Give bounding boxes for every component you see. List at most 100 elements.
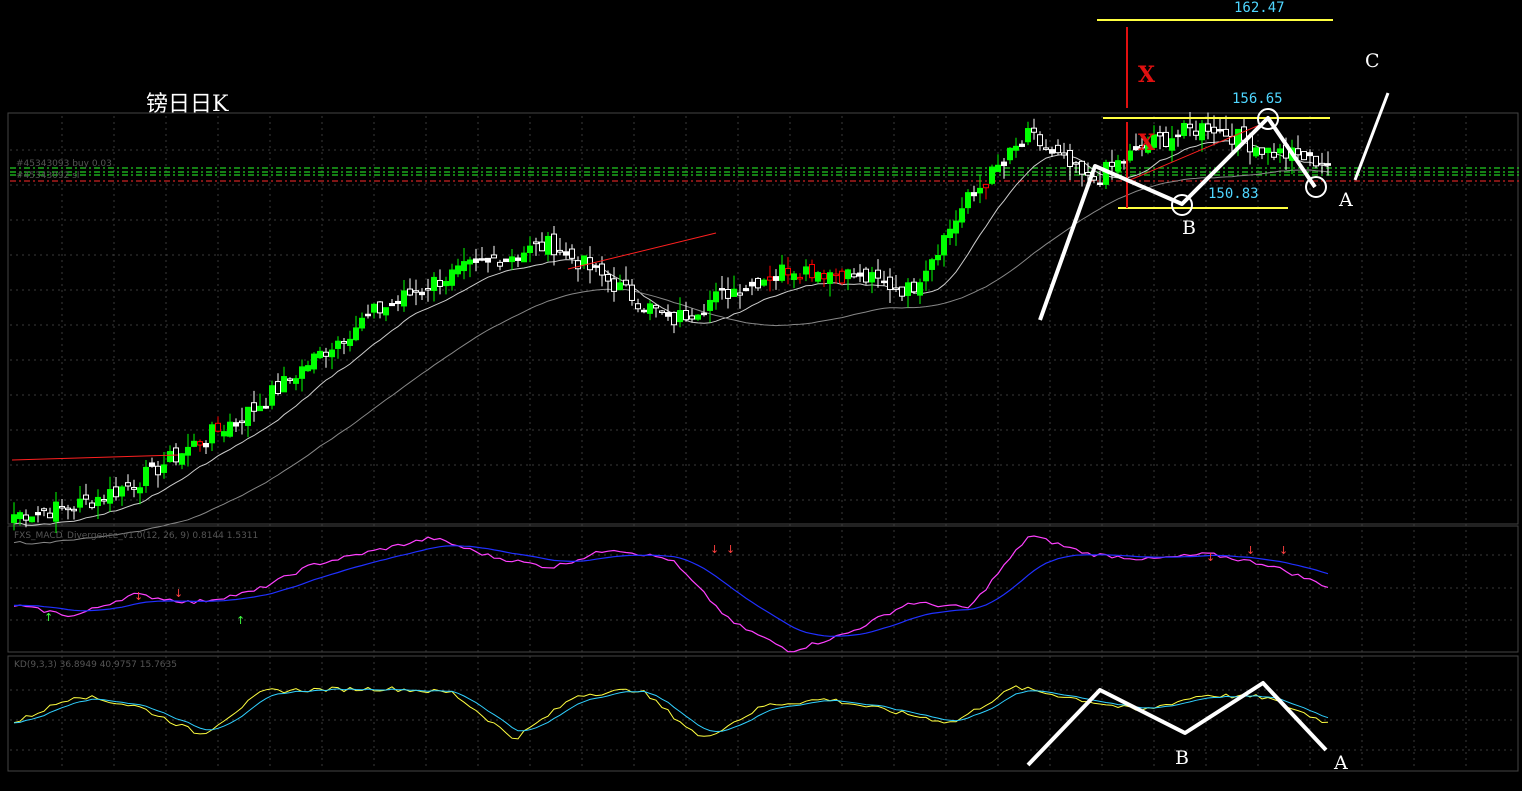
candle-body bbox=[683, 310, 689, 321]
candle-body bbox=[53, 501, 59, 522]
candle-body bbox=[359, 317, 365, 329]
candle-body bbox=[629, 284, 635, 301]
candle-body bbox=[89, 502, 95, 509]
candle-body bbox=[1055, 144, 1061, 154]
wave-projection-c bbox=[1353, 92, 1390, 181]
candle-body bbox=[941, 235, 947, 256]
candle-body bbox=[1199, 123, 1205, 141]
candle-body bbox=[47, 512, 53, 519]
candle-body bbox=[149, 462, 155, 467]
candle-body bbox=[251, 402, 257, 412]
candle-body bbox=[179, 453, 185, 465]
candle-body bbox=[233, 422, 239, 427]
candle-body bbox=[425, 288, 431, 291]
candle-body bbox=[365, 313, 371, 317]
candle-body bbox=[743, 288, 749, 292]
candle-body bbox=[803, 266, 809, 275]
candle-body bbox=[713, 291, 719, 303]
candle-body bbox=[23, 514, 29, 521]
candle-body bbox=[269, 385, 275, 406]
candle-body bbox=[1175, 134, 1181, 138]
candle-body bbox=[1295, 148, 1301, 156]
candle-body bbox=[521, 252, 527, 263]
candle-body bbox=[215, 422, 221, 432]
candle-body bbox=[191, 440, 197, 447]
candle-body bbox=[959, 208, 965, 223]
divergence-arrow: ↑ bbox=[236, 614, 245, 627]
candle-body bbox=[1019, 143, 1025, 147]
candle-body bbox=[707, 299, 713, 311]
candle-body bbox=[677, 310, 683, 323]
candle-body bbox=[35, 512, 41, 516]
candle-body bbox=[311, 353, 317, 370]
candle-body bbox=[1307, 152, 1313, 157]
candle-body bbox=[719, 288, 725, 291]
candle-body bbox=[665, 312, 671, 317]
candle-body bbox=[509, 256, 515, 263]
candle-body bbox=[1193, 130, 1199, 136]
candle-body bbox=[101, 499, 107, 502]
candle-body bbox=[611, 278, 617, 292]
candle-body bbox=[335, 340, 341, 349]
candle-body bbox=[761, 279, 767, 286]
candle-body bbox=[671, 311, 677, 326]
candle-body bbox=[419, 291, 425, 296]
candle-body bbox=[437, 279, 443, 287]
candle-body bbox=[263, 405, 269, 409]
candle-body bbox=[161, 464, 167, 473]
candle-body bbox=[245, 406, 251, 426]
order-line-label-2: #45343092 sl bbox=[16, 171, 79, 181]
candle-body bbox=[389, 303, 395, 307]
grid bbox=[10, 116, 1516, 770]
candle-body bbox=[1217, 129, 1223, 132]
wave-label-a: A bbox=[1338, 189, 1353, 211]
candle-body bbox=[65, 507, 71, 511]
candle-body bbox=[731, 288, 737, 297]
candle-body bbox=[239, 420, 245, 424]
candle-body bbox=[413, 290, 419, 293]
candle-body bbox=[11, 514, 17, 523]
candle-body bbox=[539, 241, 545, 252]
kd-k-line bbox=[13, 685, 1329, 740]
candle-body bbox=[551, 233, 557, 256]
divergence-arrow: ↓ bbox=[1206, 551, 1215, 564]
range-mark-x-upper: X bbox=[1138, 62, 1156, 88]
candle-body bbox=[1265, 147, 1271, 154]
candle-body bbox=[1157, 132, 1163, 137]
candle-body bbox=[935, 255, 941, 261]
candle-body bbox=[377, 301, 383, 314]
level-label-162: 162.47 bbox=[1234, 0, 1285, 16]
candle-body bbox=[1127, 150, 1133, 161]
candle-body bbox=[167, 451, 173, 463]
candle-body bbox=[299, 366, 305, 379]
candle-body bbox=[749, 281, 755, 287]
kd-d-line bbox=[13, 688, 1329, 733]
candle-body bbox=[1319, 162, 1325, 166]
candle-body bbox=[497, 261, 503, 267]
range-mark-x-lower: X bbox=[1138, 130, 1156, 156]
candle-body bbox=[59, 505, 65, 509]
candle-body bbox=[827, 272, 833, 284]
candle-body bbox=[557, 249, 563, 253]
candle-body bbox=[641, 309, 647, 313]
candle-body bbox=[467, 259, 473, 265]
candle-body bbox=[275, 381, 281, 395]
candle-body bbox=[653, 304, 659, 309]
candle-body bbox=[1079, 160, 1085, 175]
candle-body bbox=[755, 277, 761, 289]
candle-body bbox=[899, 286, 905, 297]
candle-body bbox=[1121, 161, 1127, 164]
candle-body bbox=[287, 378, 293, 381]
candle-body bbox=[1205, 123, 1211, 132]
candle-body bbox=[917, 282, 923, 296]
divergence-arrow: ↓ bbox=[1279, 544, 1288, 557]
candle-body bbox=[353, 327, 359, 341]
candle-body bbox=[443, 281, 449, 287]
candle-body bbox=[887, 276, 893, 291]
candle-body bbox=[929, 259, 935, 270]
candle-body bbox=[599, 263, 605, 276]
candle-body bbox=[155, 465, 161, 476]
candle-body bbox=[737, 292, 743, 296]
candle-body bbox=[431, 276, 437, 291]
candle-body bbox=[623, 279, 629, 286]
